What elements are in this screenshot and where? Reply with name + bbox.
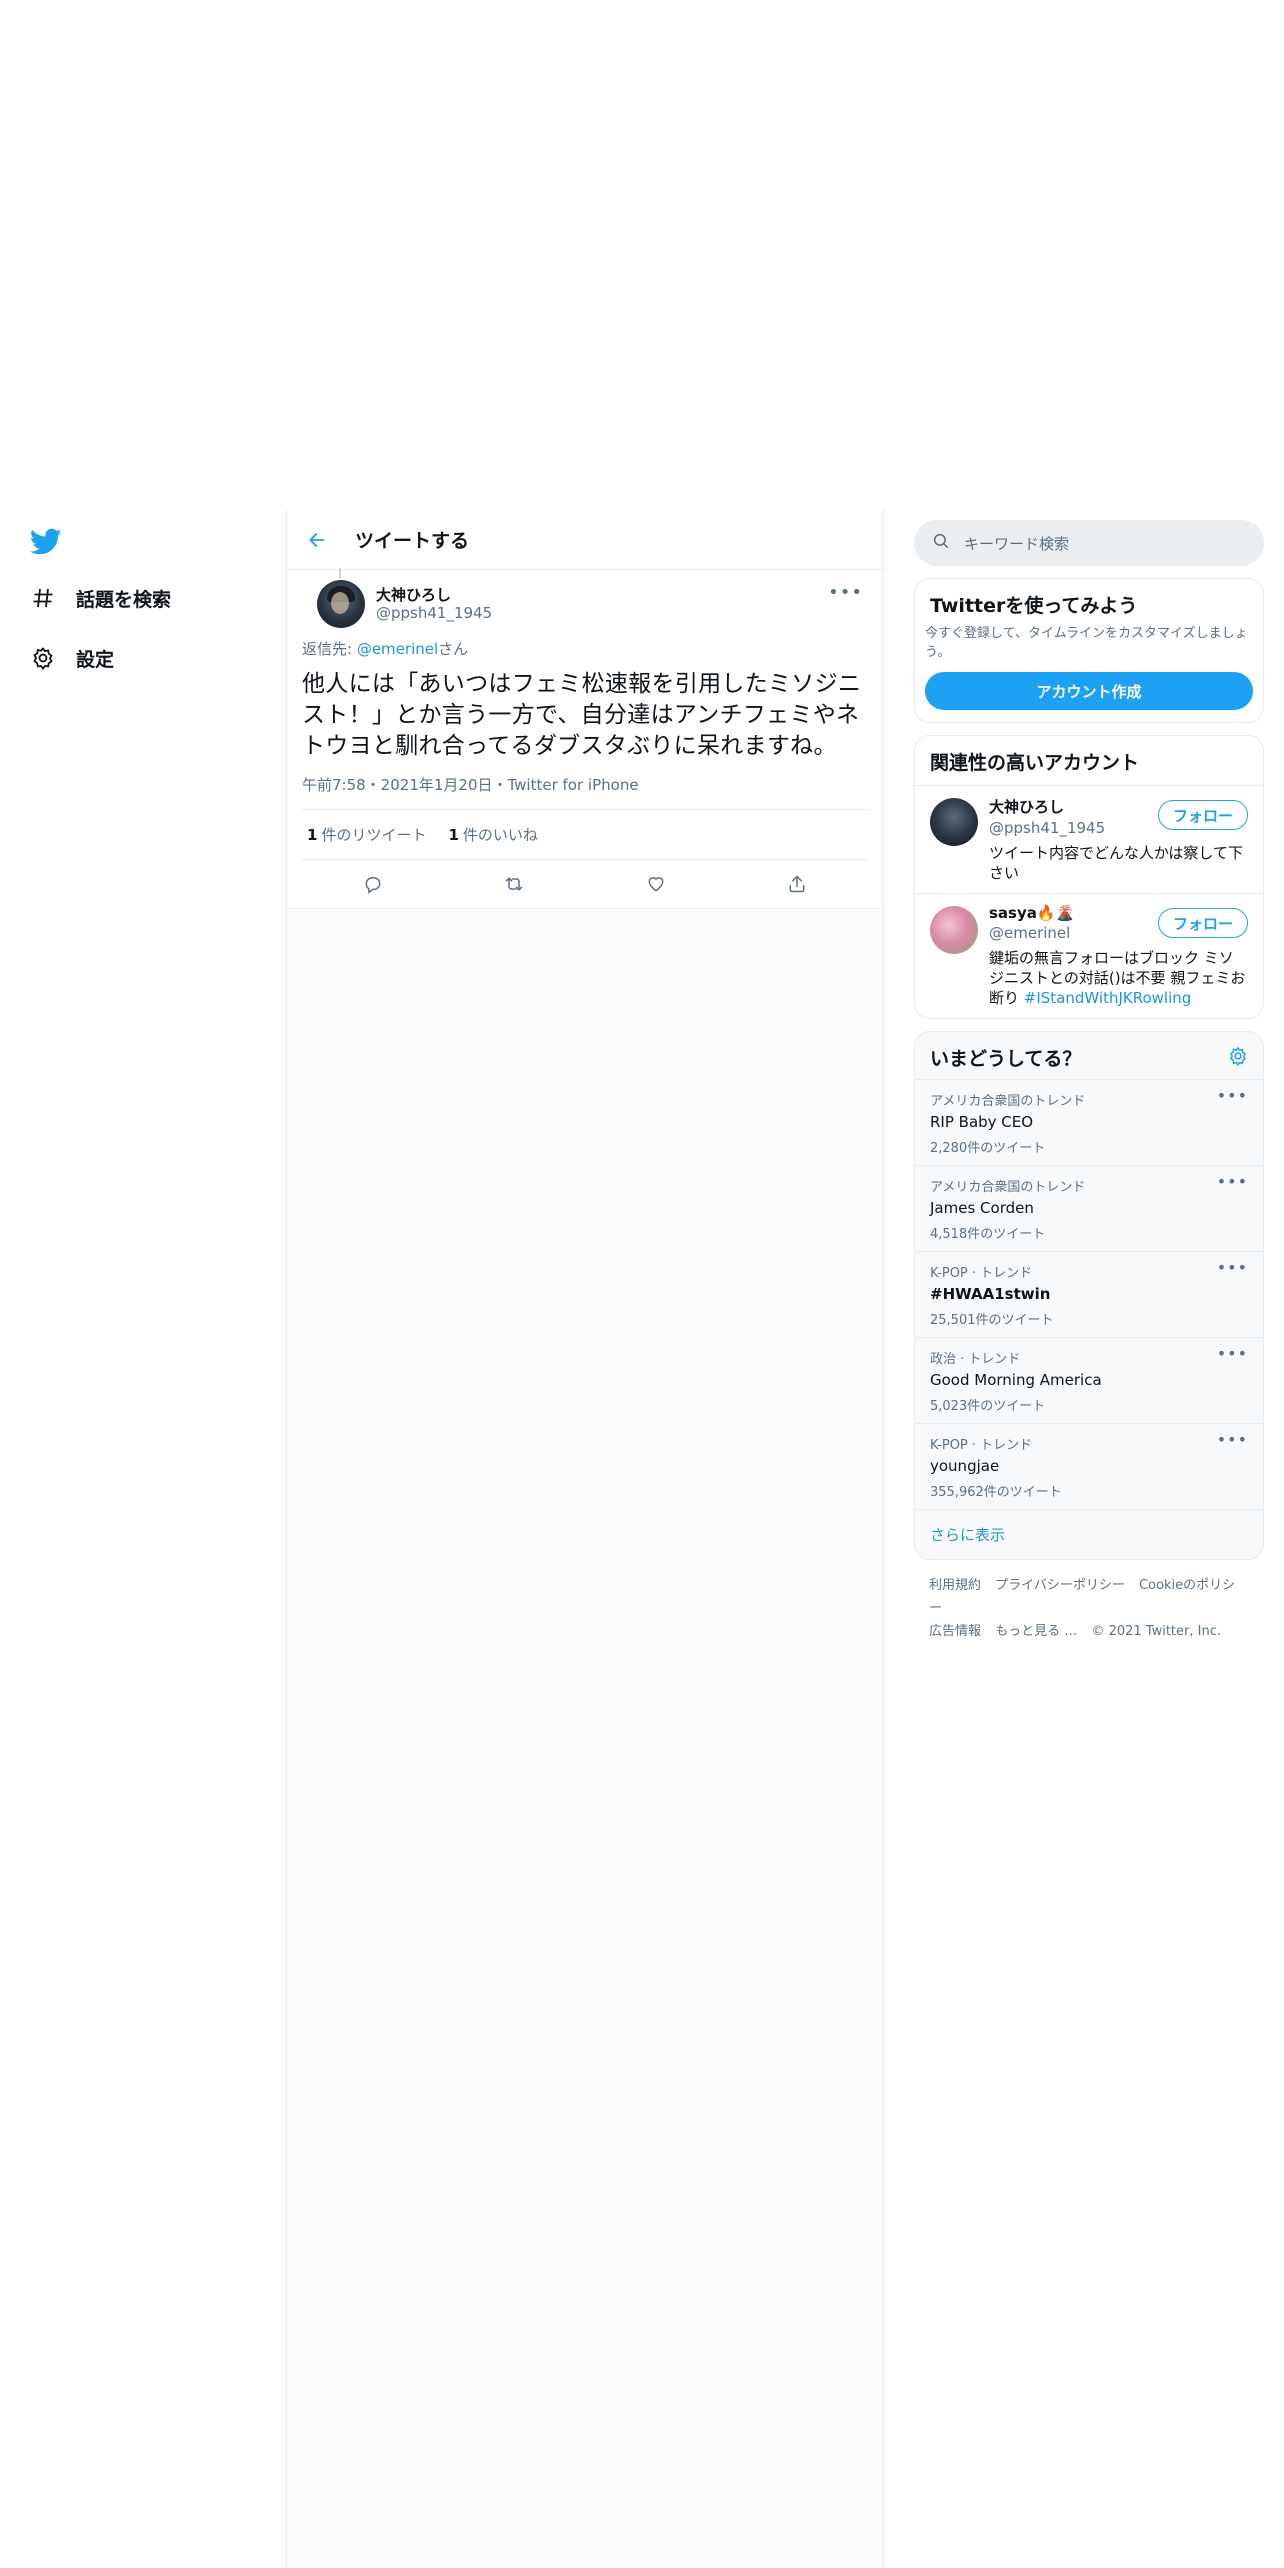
trend-name: RIP Baby CEO: [930, 1113, 1034, 1131]
trends-card: いまどうしてる？ アメリカ合衆国のトレンド RIP Baby CEO 2,280…: [914, 1031, 1264, 1560]
create-account-button[interactable]: アカウント作成: [925, 672, 1253, 710]
follow-button[interactable]: フォロー: [1158, 800, 1248, 830]
back-arrow-icon[interactable]: [297, 520, 337, 560]
retweet-icon[interactable]: [496, 866, 532, 902]
reply-icon[interactable]: [355, 866, 391, 902]
trend-name: James Corden: [930, 1199, 1034, 1217]
reply-to-line: 返信先: @emerinelさん: [302, 638, 868, 659]
tweet-detail: 大神ひろし @ppsh41_1945 ••• 返信先: @emerinelさん …: [287, 568, 883, 909]
show-more-link[interactable]: さらに表示: [915, 1509, 1263, 1559]
tweet-text: 他人には「あいつはフェミ松速報を引用したミソジニスト！」とか言う一方で、自分達は…: [302, 671, 862, 759]
avatar[interactable]: [317, 580, 365, 628]
trend-count: 25,501件のツイート: [930, 1313, 1054, 1328]
author-handle[interactable]: @ppsh41_1945: [376, 604, 492, 622]
share-icon[interactable]: [779, 866, 815, 902]
tweet-actions: [302, 860, 868, 908]
tweet-timestamp[interactable]: 午前7:58・2021年1月20日・Twitter for iPhone: [302, 774, 868, 810]
relevant-title: 関連性の高いアカウント: [930, 752, 1140, 774]
trend-count: 5,023件のツイート: [930, 1399, 1046, 1414]
avatar[interactable]: [930, 798, 978, 846]
account-bio: ツイート内容でどんな人かは察して下さい: [989, 844, 1243, 882]
page-title: ツイートする: [355, 530, 470, 552]
reply-mention-link[interactable]: @emerinel: [357, 640, 438, 658]
follow-button[interactable]: フォロー: [1158, 908, 1248, 938]
trend-context: K-POP · トレンド: [930, 1438, 1033, 1453]
search-placeholder: キーワード検索: [964, 534, 1070, 553]
trend-item[interactable]: 政治 · トレンド Good Morning America 5,023件のツイ…: [915, 1337, 1263, 1423]
trend-name: youngjae: [930, 1457, 1000, 1475]
footer-link-privacy[interactable]: プライバシーポリシー: [995, 1578, 1125, 1593]
right-sidebar: キーワード検索 Twitterを使ってみよう 今すぐ登録して、タイムラインをカス…: [914, 510, 1264, 1657]
more-options-icon[interactable]: •••: [1217, 1430, 1248, 1449]
like-stat[interactable]: 1 件のいいね: [448, 824, 537, 845]
nav-label-explore: 話題を検索: [76, 588, 172, 611]
trend-item[interactable]: K-POP · トレンド youngjae 355,962件のツイート •••: [915, 1423, 1263, 1509]
hashtag-icon: [30, 585, 56, 611]
trend-item[interactable]: アメリカ合衆国のトレンド James Corden 4,518件のツイート ••…: [915, 1165, 1263, 1251]
retweet-label: 件のリツイート: [321, 826, 427, 844]
more-options-icon[interactable]: •••: [828, 582, 863, 603]
footer-copyright: © 2021 Twitter, Inc.: [1091, 1624, 1221, 1639]
signup-title: Twitterを使ってみよう: [930, 595, 1138, 617]
thread-line: [339, 568, 341, 578]
more-options-icon[interactable]: •••: [1217, 1172, 1248, 1191]
header-bar: ツイートする: [287, 510, 883, 570]
nav-label-settings: 設定: [76, 648, 115, 671]
tweet-stats: 1 件のリツイート 1 件のいいね: [302, 810, 868, 860]
retweet-count: 1: [307, 826, 318, 844]
search-input[interactable]: キーワード検索: [914, 520, 1264, 566]
like-label: 件のいいね: [462, 826, 538, 844]
trend-item[interactable]: アメリカ合衆国のトレンド RIP Baby CEO 2,280件のツイート ••…: [915, 1079, 1263, 1165]
like-icon[interactable]: [638, 866, 674, 902]
trend-context: アメリカ合衆国のトレンド: [930, 1180, 1086, 1195]
nav-item-explore[interactable]: 話題を検索: [30, 578, 171, 618]
tweet-header: 大神ひろし @ppsh41_1945 •••: [302, 568, 868, 634]
account-bio: 鍵垢の無言フォローはブロック ミソジニストとの対話()は不要 親フェミお断り #…: [989, 948, 1248, 1008]
trend-count: 4,518件のツイート: [930, 1227, 1046, 1242]
more-options-icon[interactable]: •••: [1217, 1258, 1248, 1277]
reply-suffix: さん: [438, 640, 469, 658]
author-name[interactable]: 大神ひろし: [376, 584, 451, 605]
retweet-stat[interactable]: 1 件のリツイート: [307, 824, 426, 845]
relevant-accounts-card: 関連性の高いアカウント 大神ひろし @ppsh41_1945 ツイート内容でどん…: [914, 735, 1264, 1019]
footer-link-terms[interactable]: 利用規約: [929, 1578, 981, 1593]
more-options-icon[interactable]: •••: [1217, 1344, 1248, 1363]
account-item[interactable]: sasya🔥🌋 @emerinel 鍵垢の無言フォローはブロック ミソジニストと…: [915, 893, 1263, 1018]
trend-context: 政治 · トレンド: [930, 1352, 1021, 1367]
footer-links: 利用規約 プライバシーポリシー Cookieのポリシー 広告情報 もっと見る ……: [914, 1560, 1264, 1657]
account-item[interactable]: 大神ひろし @ppsh41_1945 ツイート内容でどんな人かは察して下さい フ…: [915, 785, 1263, 893]
signup-subtitle: 今すぐ登録して、タイムラインをカスタマイズしましょう。: [925, 626, 1248, 660]
main-column: ツイートする 大神ひろし @ppsh41_1945 ••• 返信先: @emer…: [286, 510, 884, 2568]
hashtag-link[interactable]: #IStandWithJKRowling: [1024, 989, 1192, 1007]
trend-item[interactable]: K-POP · トレンド #HWAA1stwin 25,501件のツイート ••…: [915, 1251, 1263, 1337]
twitter-bird-icon[interactable]: [29, 528, 62, 556]
trend-count: 355,962件のツイート: [930, 1485, 1062, 1500]
more-options-icon[interactable]: •••: [1217, 1086, 1248, 1105]
trends-title: いまどうしてる？: [930, 1048, 1082, 1070]
footer-link-ads[interactable]: 広告情報: [929, 1624, 981, 1639]
trend-count: 2,280件のツイート: [930, 1141, 1046, 1156]
signup-card: Twitterを使ってみよう 今すぐ登録して、タイムラインをカスタマイズしましょ…: [914, 578, 1264, 723]
trends-settings-gear-icon[interactable]: [1228, 1046, 1248, 1070]
trend-name: #HWAA1stwin: [930, 1285, 1051, 1303]
footer-link-more[interactable]: もっと見る …: [995, 1624, 1077, 1639]
avatar[interactable]: [930, 906, 978, 954]
trends-header: いまどうしてる？: [915, 1032, 1263, 1079]
nav-item-settings[interactable]: 設定: [30, 638, 114, 678]
reply-prefix: 返信先:: [302, 640, 357, 658]
trend-context: K-POP · トレンド: [930, 1266, 1033, 1281]
trend-name: Good Morning America: [930, 1371, 1102, 1389]
like-count: 1: [448, 826, 459, 844]
trend-context: アメリカ合衆国のトレンド: [930, 1094, 1086, 1109]
gear-icon: [30, 645, 56, 671]
search-icon: [932, 532, 950, 554]
